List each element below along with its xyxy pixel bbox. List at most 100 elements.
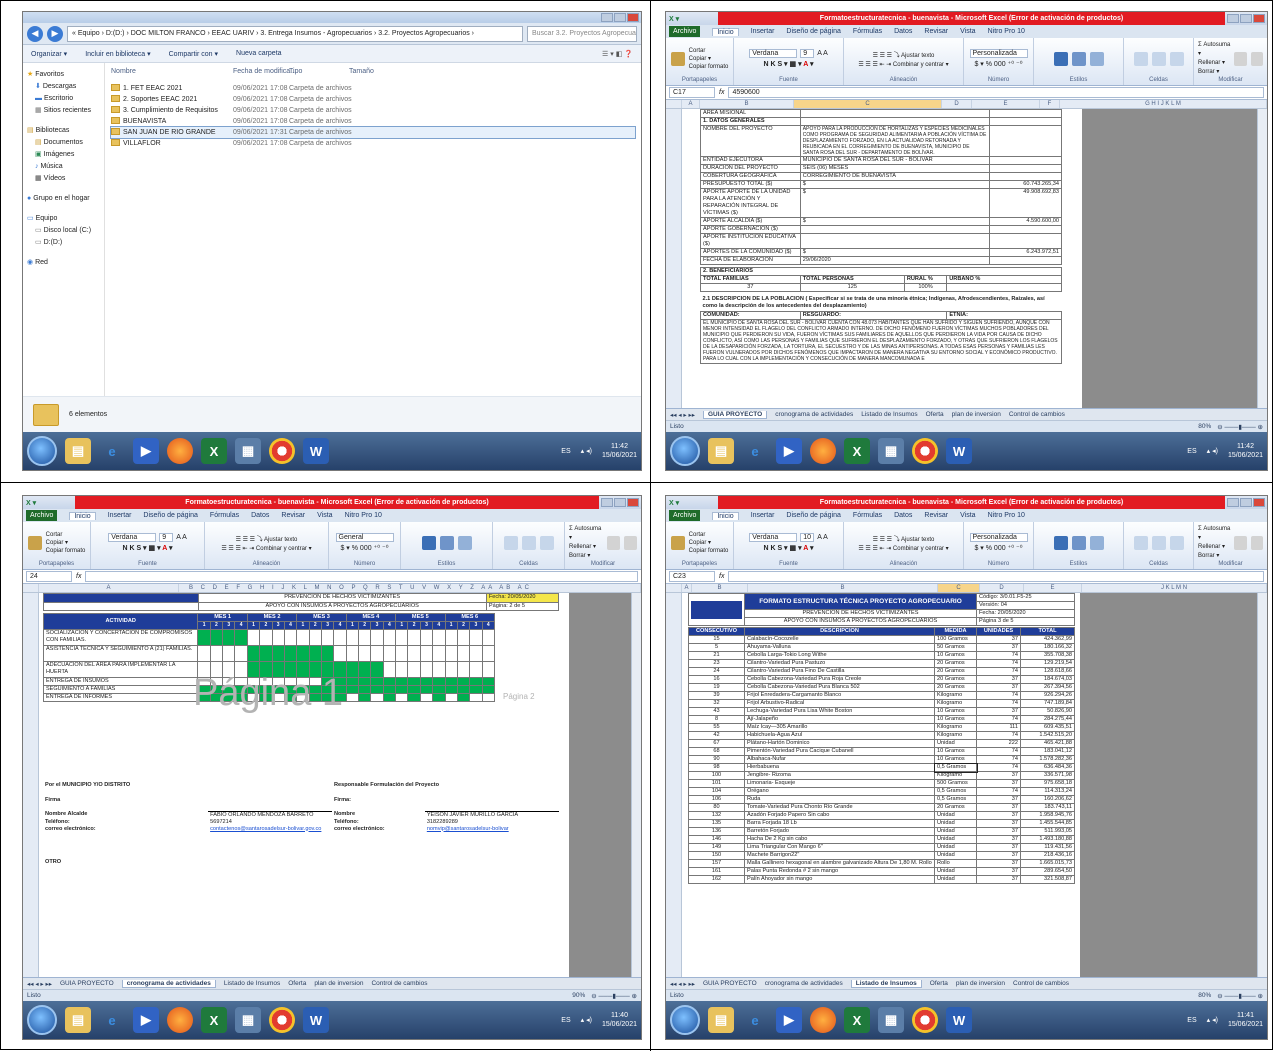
total-cell[interactable]: 184.674,03 bbox=[1020, 675, 1075, 684]
nav-favoritos[interactable]: ★ Favoritos bbox=[27, 69, 100, 81]
descripcion-cell[interactable]: Hierbabuena bbox=[744, 763, 935, 772]
medida-cell[interactable]: Unidad bbox=[934, 875, 977, 884]
excel-taskbar-icon[interactable]: X bbox=[201, 1007, 227, 1033]
sheet-tab-cronograma[interactable]: cronograma de actividades bbox=[765, 980, 843, 987]
zoom-level[interactable]: 90% bbox=[572, 992, 585, 999]
consecutivo-cell[interactable]: 98 bbox=[688, 763, 745, 772]
number-buttons[interactable]: $ ▾ % 000 ⁺⁰ ⁻⁰ bbox=[974, 544, 1022, 552]
network-taskbar-icon[interactable]: ▦ bbox=[878, 438, 904, 464]
unidades-cell[interactable]: 37 bbox=[976, 811, 1021, 820]
medida-cell[interactable]: 10 Gramos bbox=[934, 715, 977, 724]
forward-icon[interactable]: ▶ bbox=[47, 25, 63, 42]
formula-input[interactable] bbox=[728, 571, 1264, 582]
gantt-cell[interactable] bbox=[419, 677, 434, 686]
align-buttons[interactable]: ☰ ☰ ☰ ⤵ Ajustar texto bbox=[873, 534, 935, 543]
maximize-button[interactable] bbox=[1240, 498, 1252, 507]
file-row[interactable]: 2. Soportes EEAC 2021 09/06/2021 17:08 Car… bbox=[111, 94, 635, 105]
autosum-button[interactable]: Σ Autosuma ▾ bbox=[569, 525, 603, 543]
start-button[interactable] bbox=[670, 1005, 700, 1035]
tab-inicio[interactable]: Inicio bbox=[712, 511, 739, 520]
firefox-taskbar-icon[interactable] bbox=[810, 438, 836, 464]
medida-cell[interactable]: 20 Gramos bbox=[934, 675, 977, 684]
nav-videos[interactable]: ▦ Vídeos bbox=[27, 173, 100, 185]
gantt-cell[interactable] bbox=[209, 645, 224, 662]
format-table-icon[interactable] bbox=[1071, 51, 1086, 66]
consecutivo-cell[interactable]: 23 bbox=[688, 659, 745, 668]
sheet-tab-plan-inversion[interactable]: plan de inversion bbox=[956, 980, 1005, 987]
file-row[interactable]: 3. Cumplimiento de Requisitos 09/06/2021 … bbox=[111, 105, 635, 116]
gantt-cell[interactable] bbox=[345, 661, 360, 678]
delete-cells-icon[interactable] bbox=[521, 535, 536, 550]
descripcion-cell[interactable]: Tomate-Variedad Pura Chonto Río Grande bbox=[744, 803, 935, 812]
col-tipo[interactable]: Tipo bbox=[289, 65, 349, 79]
medida-cell[interactable]: 10 Gramos bbox=[934, 651, 977, 660]
gantt-cell[interactable] bbox=[271, 645, 285, 662]
guia-row-amount[interactable] bbox=[988, 172, 1063, 181]
gantt-cell[interactable] bbox=[370, 693, 384, 702]
total-cell[interactable]: 424.362,99 bbox=[1020, 635, 1075, 644]
unidades-cell[interactable]: 37 bbox=[976, 771, 1021, 780]
sheet-nav-icon[interactable]: ◂◂ ◂ ▸ ▸▸ bbox=[670, 980, 695, 988]
consecutivo-cell[interactable]: 24 bbox=[688, 667, 745, 676]
gantt-cell[interactable] bbox=[382, 645, 397, 662]
total-cell[interactable]: 1.578.282,36 bbox=[1020, 755, 1075, 764]
sheet-tab-listado-insumos[interactable]: Listado de Insumos bbox=[861, 411, 917, 418]
tab-revisar[interactable]: Revisar bbox=[924, 512, 948, 519]
minimize-button[interactable] bbox=[1227, 498, 1239, 507]
cell-styles-icon[interactable] bbox=[457, 535, 472, 550]
sheet-nav-icon[interactable]: ◂◂ ◂ ▸ ▸▸ bbox=[670, 411, 695, 419]
ie-taskbar-icon[interactable]: e bbox=[99, 438, 125, 464]
grow-font-icon[interactable]: A A bbox=[176, 534, 187, 541]
file-row-selected[interactable]: SAN JUAN DE RIO GRANDE 09/06/2021 17:31 Ca… bbox=[110, 126, 636, 139]
gantt-cell[interactable] bbox=[444, 661, 458, 678]
gantt-cell[interactable] bbox=[469, 661, 483, 678]
include-library-button[interactable]: Incluir en biblioteca ▾ bbox=[85, 50, 150, 58]
activity-label[interactable]: ASISTENCIA TÉCNICA Y SEGUIMIENTO A (21) … bbox=[42, 645, 199, 662]
cut-button[interactable]: Cortar bbox=[689, 47, 729, 55]
tab-formulas[interactable]: Fórmulas bbox=[210, 512, 239, 519]
activity-label[interactable]: SEGUIMIENTO A FAMILIAS bbox=[42, 685, 199, 694]
descripcion-cell[interactable]: Cilantro-Variedad Pura Fino De Castilla bbox=[744, 667, 935, 676]
tab-insertar[interactable]: Insertar bbox=[751, 512, 775, 519]
word-taskbar-icon[interactable]: W bbox=[946, 438, 972, 464]
gantt-cell[interactable] bbox=[432, 629, 446, 646]
total-cell[interactable]: 336.571,98 bbox=[1020, 771, 1075, 780]
guia-row-value[interactable] bbox=[799, 109, 990, 118]
gantt-cell[interactable] bbox=[432, 677, 446, 686]
network-taskbar-icon[interactable]: ▦ bbox=[235, 1007, 261, 1033]
gantt-cell[interactable] bbox=[419, 693, 434, 702]
cell-styles-icon[interactable] bbox=[1089, 535, 1104, 550]
gantt-cell[interactable] bbox=[382, 661, 397, 678]
sheet-tab-plan-inversion[interactable]: plan de inversion bbox=[952, 411, 1001, 418]
ie-taskbar-icon[interactable]: e bbox=[742, 1007, 768, 1033]
close-button[interactable] bbox=[627, 13, 639, 22]
view-options-icon[interactable]: ☰ ▾ ◧ ❓ bbox=[602, 50, 633, 58]
gantt-cell[interactable] bbox=[407, 685, 421, 694]
format-cells-icon[interactable] bbox=[1169, 535, 1184, 550]
guia-row-value[interactable]: $ bbox=[799, 188, 990, 218]
cut-button[interactable]: Cortar bbox=[46, 531, 86, 539]
nav-disco-c[interactable]: ▭ Disco local (C:) bbox=[27, 225, 100, 237]
gantt-cell[interactable] bbox=[444, 677, 458, 686]
language-indicator[interactable]: ES bbox=[561, 448, 570, 455]
nav-grupo-hogar[interactable]: ● Grupo en el hogar bbox=[27, 193, 100, 205]
sheet-tab-listado-insumos[interactable]: Listado de Insumos bbox=[850, 979, 922, 988]
medida-cell[interactable]: Kilogramo bbox=[934, 691, 977, 700]
unidades-cell[interactable]: 74 bbox=[976, 651, 1021, 660]
gantt-cell[interactable] bbox=[370, 685, 384, 694]
grow-font-icon[interactable]: A A bbox=[817, 50, 828, 57]
gantt-cell[interactable] bbox=[370, 677, 384, 686]
descripcion-cell[interactable]: Palas Punta Redonda # 2 sin mango bbox=[744, 867, 935, 876]
conditional-format-icon[interactable] bbox=[1053, 51, 1068, 66]
gantt-cell[interactable] bbox=[222, 629, 236, 646]
unidades-cell[interactable]: 111 bbox=[976, 723, 1021, 732]
consecutivo-cell[interactable]: 68 bbox=[688, 747, 745, 756]
excel-taskbar-icon[interactable]: X bbox=[201, 438, 227, 464]
gantt-cell[interactable] bbox=[419, 661, 434, 678]
descripcion-cell[interactable]: Lima Triangular Con Mango 6" bbox=[744, 843, 935, 852]
medida-cell[interactable]: Unidad bbox=[934, 827, 977, 836]
unidades-cell[interactable]: 74 bbox=[976, 763, 1021, 772]
total-cell[interactable]: 1.665.015,73 bbox=[1020, 859, 1075, 868]
gantt-cell[interactable] bbox=[481, 677, 495, 686]
medida-cell[interactable]: Unidad bbox=[934, 851, 977, 860]
